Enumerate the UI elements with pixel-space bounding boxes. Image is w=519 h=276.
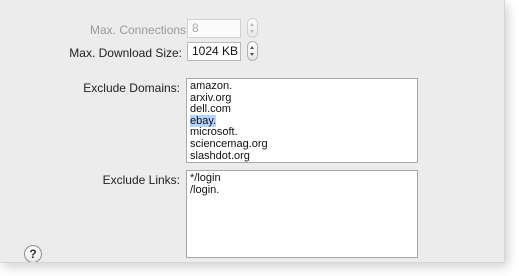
chevron-down-icon	[250, 30, 254, 33]
max-connections-field[interactable]: 8	[187, 19, 241, 38]
chevron-up-icon	[250, 46, 254, 49]
max-download-size-field[interactable]: 1024 KB	[187, 42, 241, 61]
link-line: /login.	[190, 183, 220, 196]
exclude-domains-label: Exclude Domains:	[83, 81, 180, 95]
exclude-domains-textarea[interactable]: amazon. arxiv.org dell.com ebay. microso…	[186, 78, 418, 163]
domain-line: slashdot.org	[190, 149, 250, 162]
max-connections-label: Max. Connections:	[90, 23, 190, 37]
max-download-size-stepper[interactable]	[247, 41, 258, 61]
exclude-links-label: Exclude Links:	[102, 173, 180, 187]
chevron-up-icon	[250, 23, 254, 26]
max-download-size-label: Max. Download Size:	[69, 46, 182, 60]
chevron-down-icon	[250, 53, 254, 56]
domain-line: dell.com	[190, 103, 231, 116]
help-button[interactable]: ?	[24, 245, 42, 262]
question-mark-icon: ?	[29, 247, 37, 261]
max-connections-stepper[interactable]	[247, 18, 258, 38]
exclude-links-textarea[interactable]: */login /login.	[186, 170, 418, 258]
link-line: */login	[190, 172, 221, 184]
preferences-panel: Max. Connections: 8 Max. Download Size: …	[0, 0, 505, 263]
